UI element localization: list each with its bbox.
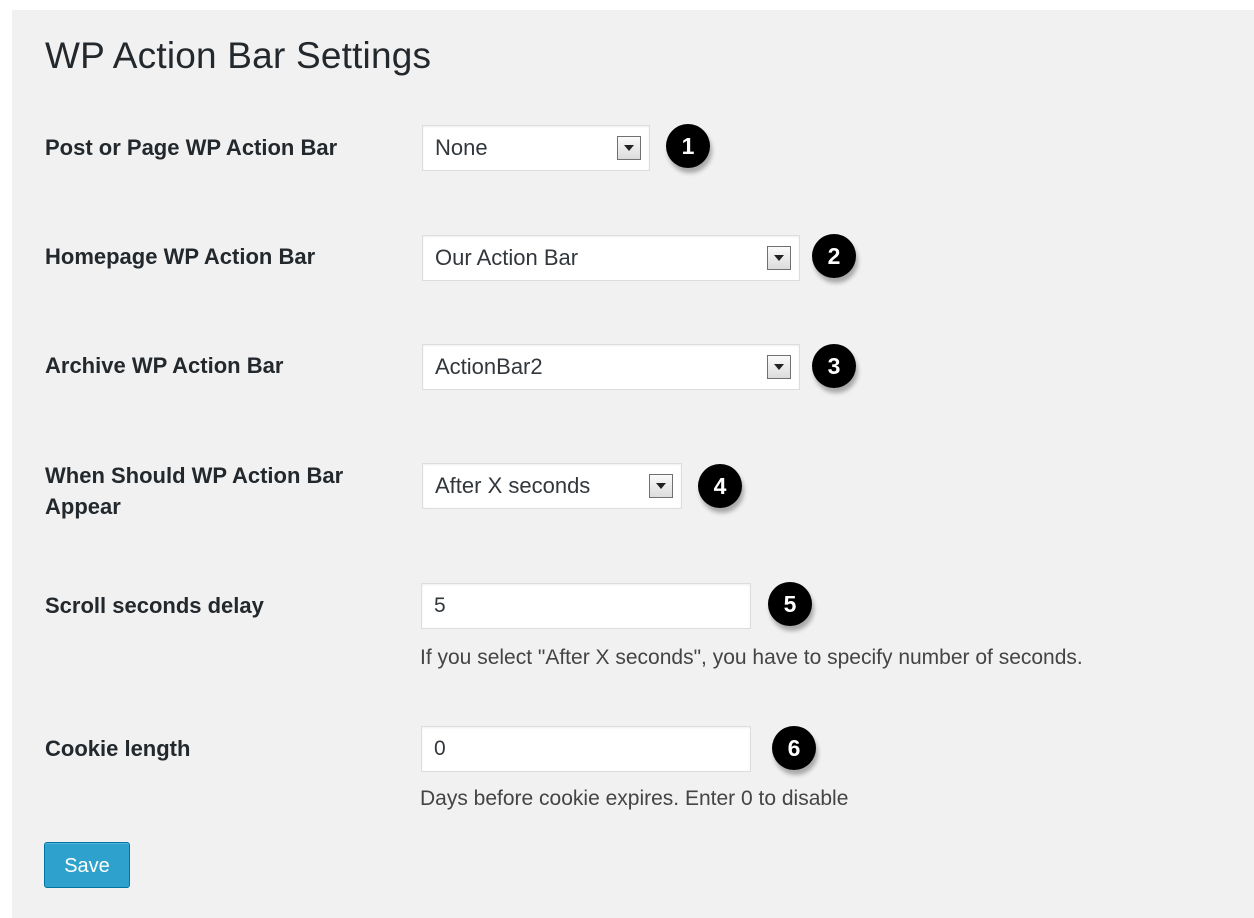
step-marker-2: 2 — [812, 234, 856, 278]
homepage-bar-label: Homepage WP Action Bar — [45, 244, 316, 269]
scroll-delay-label: Scroll seconds delay — [45, 593, 264, 618]
chevron-down-icon[interactable] — [767, 355, 791, 379]
step-marker-5: 5 — [768, 582, 812, 626]
step-marker-1: 1 — [666, 124, 710, 168]
appear-timing-label: When Should WP Action Bar Appear — [45, 463, 344, 519]
select-value: None — [435, 135, 488, 160]
post-or-page-bar-label: Post or Page WP Action Bar — [45, 135, 338, 160]
save-button[interactable]: Save — [44, 842, 130, 888]
homepage-bar-select[interactable]: Our Action Bar — [422, 235, 800, 281]
chevron-down-icon[interactable] — [649, 474, 673, 498]
cookie-length-input[interactable] — [421, 726, 751, 772]
step-marker-3: 3 — [812, 344, 856, 388]
archive-bar-label: Archive WP Action Bar — [45, 353, 284, 378]
select-value: ActionBar2 — [435, 354, 543, 379]
select-value: Our Action Bar — [435, 245, 579, 270]
archive-bar-select[interactable]: ActionBar2 — [422, 344, 800, 390]
post-or-page-bar-select[interactable]: None — [422, 125, 650, 171]
cookie-length-label: Cookie length — [45, 736, 191, 761]
step-marker-6: 6 — [772, 726, 816, 770]
chevron-down-icon[interactable] — [617, 136, 641, 160]
page-title: WP Action Bar Settings — [45, 35, 432, 76]
select-value: After X seconds — [435, 473, 591, 498]
scroll-delay-input[interactable] — [421, 583, 751, 629]
cookie-length-hint: Days before cookie expires. Enter 0 to d… — [420, 787, 849, 810]
chevron-down-icon[interactable] — [767, 246, 791, 270]
scroll-delay-hint: If you select "After X seconds", you hav… — [420, 646, 1083, 669]
step-marker-4: 4 — [698, 464, 742, 508]
appear-timing-select[interactable]: After X seconds — [422, 463, 682, 509]
